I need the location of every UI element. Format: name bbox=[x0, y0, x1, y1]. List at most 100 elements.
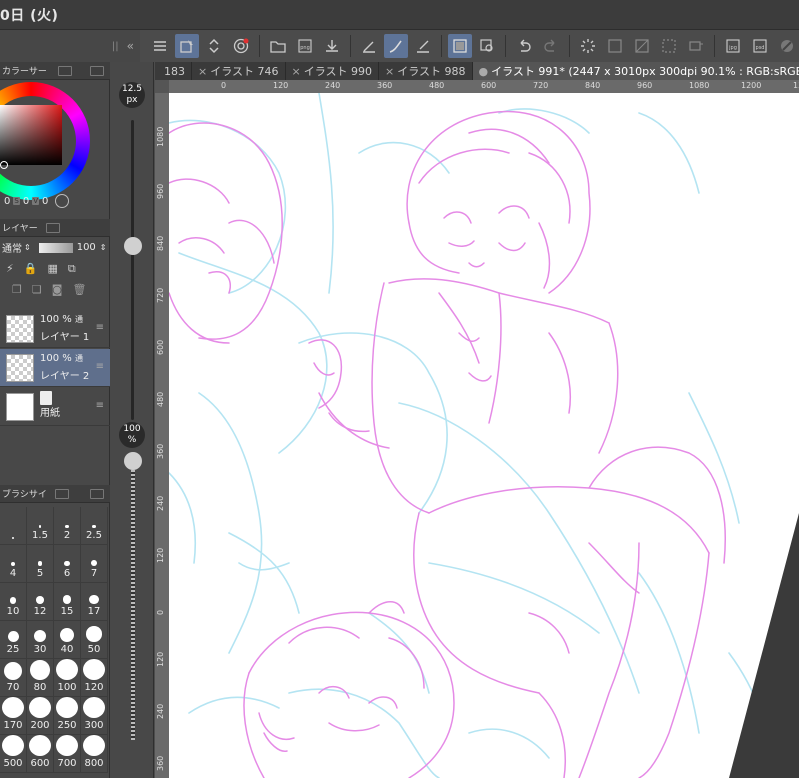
layer-opacity-slider[interactable] bbox=[38, 242, 73, 253]
color-panel-tab[interactable]: カラーサー bbox=[0, 62, 110, 80]
new-layer-icon[interactable]: ❏ bbox=[32, 283, 42, 296]
brush-size-preset[interactable]: 800 bbox=[81, 735, 108, 773]
brush-size-preset[interactable]: 15 bbox=[54, 583, 81, 621]
brush-size-preset[interactable]: 70 bbox=[0, 659, 27, 697]
export-png-icon[interactable]: png bbox=[293, 34, 317, 58]
brush-size-preset[interactable]: 120 bbox=[81, 659, 108, 697]
brush-size-preset[interactable]: 170 bbox=[0, 697, 27, 735]
pen-line-icon[interactable] bbox=[411, 34, 435, 58]
brush-size-track[interactable] bbox=[131, 120, 134, 420]
brush-size-preset[interactable]: 700 bbox=[54, 735, 81, 773]
brush-size-preset[interactable]: 17 bbox=[81, 583, 108, 621]
ruler-left[interactable]: 1080 960 840 720 600 480 360 240 120 0 120 240 360 bbox=[155, 93, 169, 778]
brush-size-preset[interactable]: 5 bbox=[27, 545, 54, 583]
brush-size-preset[interactable]: 200 bbox=[27, 697, 54, 735]
brush-size-preset[interactable]: 4 bbox=[0, 545, 27, 583]
brush-size-preset[interactable]: 80 bbox=[27, 659, 54, 697]
blend-mode-select[interactable]: 通常 ⇕ bbox=[2, 240, 31, 255]
lock-transparent-icon[interactable]: ▦ bbox=[47, 262, 57, 275]
ruler-top-label: 480 bbox=[429, 81, 445, 90]
modified-dot-icon[interactable]: ● bbox=[479, 65, 489, 78]
collapse-panel-icon[interactable]: « bbox=[127, 39, 134, 53]
layer-item[interactable]: 100 % 通 レイヤー 1 ≡ bbox=[0, 310, 110, 348]
brush-size-preset[interactable]: 500 bbox=[0, 735, 27, 773]
brush-size-preset[interactable] bbox=[0, 507, 27, 545]
brush-size-preset[interactable]: 30 bbox=[27, 621, 54, 659]
export-psd-icon[interactable]: psd bbox=[748, 34, 772, 58]
redo-icon[interactable] bbox=[539, 34, 563, 58]
magic-wand-icon[interactable]: ⚡ bbox=[6, 262, 14, 275]
up-down-arrows-icon[interactable] bbox=[202, 34, 226, 58]
brush-size-preset[interactable]: 7 bbox=[81, 545, 108, 583]
brush-size-tab[interactable]: ブラシサイ bbox=[0, 485, 110, 503]
brush-size-preset[interactable]: 50 bbox=[81, 621, 108, 659]
ruler-left-label: 840 bbox=[156, 235, 165, 251]
color-mode-toggle-icon[interactable] bbox=[55, 194, 70, 208]
brush-size-preset[interactable]: 250 bbox=[54, 697, 81, 735]
invert-selection-icon[interactable] bbox=[630, 34, 654, 58]
brush-size-preset[interactable]: 10 bbox=[0, 583, 27, 621]
document-tab[interactable]: 183 bbox=[155, 62, 192, 80]
brush-size-preset[interactable]: 25 bbox=[0, 621, 27, 659]
brush-size-preset[interactable]: 2 bbox=[54, 507, 81, 545]
clipping-icon[interactable]: ⧉ bbox=[68, 262, 76, 276]
layer-mask-icon[interactable] bbox=[448, 34, 472, 58]
layer-menu-icon[interactable]: ≡ bbox=[96, 400, 104, 411]
ruler-top[interactable]: 0 120 240 360 480 600 720 840 960 1080 1200 1320 bbox=[169, 80, 799, 93]
transform-tool-icon[interactable] bbox=[175, 34, 199, 58]
document-tab[interactable]: × イラスト 988 bbox=[379, 62, 473, 80]
brush-size-preset[interactable]: 100 bbox=[54, 659, 81, 697]
zoom-reference-icon[interactable] bbox=[475, 34, 499, 58]
open-folder-icon[interactable] bbox=[266, 34, 290, 58]
pen-stroke-icon[interactable] bbox=[384, 34, 408, 58]
merge-down-icon[interactable]: ❐ bbox=[12, 283, 22, 296]
pen-corner-icon[interactable] bbox=[357, 34, 381, 58]
selection-border-icon[interactable] bbox=[657, 34, 681, 58]
drawing-canvas[interactable] bbox=[169, 93, 799, 778]
brush-size-preset[interactable]: 6 bbox=[54, 545, 81, 583]
chevron-updown-icon[interactable]: ⇕ bbox=[100, 243, 107, 252]
brush-size-preset[interactable]: 40 bbox=[54, 621, 81, 659]
layer-item-paper[interactable]: 用紙 ≡ bbox=[0, 388, 110, 426]
mask-icon[interactable]: ◙ bbox=[52, 283, 63, 296]
disabled-icon[interactable] bbox=[775, 34, 799, 58]
menu-icon[interactable] bbox=[148, 34, 172, 58]
save-download-icon[interactable] bbox=[320, 34, 344, 58]
close-tab-icon[interactable]: × bbox=[385, 65, 394, 78]
close-tab-icon[interactable]: × bbox=[292, 65, 301, 78]
delete-layer-icon[interactable]: 🗑 bbox=[72, 283, 86, 296]
color-picker-knob[interactable] bbox=[0, 161, 8, 169]
undo-icon[interactable] bbox=[512, 34, 536, 58]
ruler-corner[interactable] bbox=[155, 80, 169, 93]
lock-icon[interactable]: 🔒 bbox=[24, 262, 38, 275]
panel-grip-icon[interactable]: || bbox=[112, 41, 119, 52]
palette-tab-icon[interactable] bbox=[58, 65, 73, 76]
opacity-track[interactable] bbox=[131, 470, 135, 740]
export-jpg-icon[interactable]: jpg bbox=[721, 34, 745, 58]
record-icon[interactable] bbox=[229, 34, 253, 58]
brush-size-preset[interactable]: 12 bbox=[27, 583, 54, 621]
crop-icon[interactable] bbox=[684, 34, 708, 58]
document-tab[interactable]: × イラスト 990 bbox=[286, 62, 379, 80]
brush-size-preset[interactable]: 600 bbox=[27, 735, 54, 773]
loading-spinner-icon[interactable] bbox=[576, 34, 600, 58]
saturation-value-square[interactable] bbox=[0, 105, 62, 169]
layer-opacity-value[interactable]: 100 bbox=[77, 242, 96, 253]
brush-size-preset[interactable]: 300 bbox=[81, 697, 108, 735]
document-tab[interactable]: × イラスト 746 bbox=[192, 62, 286, 80]
brush-size-thumb[interactable] bbox=[124, 237, 142, 255]
brush-size-preset[interactable]: 1.5 bbox=[27, 507, 54, 545]
layer-tab-icon[interactable] bbox=[45, 222, 60, 233]
close-tab-icon[interactable]: × bbox=[198, 65, 207, 78]
opacity-thumb[interactable] bbox=[124, 452, 142, 470]
layer-item-selected[interactable]: 100 % 通 レイヤー 2 ≡ bbox=[0, 349, 110, 387]
palette-tab-icon-2[interactable] bbox=[89, 65, 104, 76]
layer-menu-icon[interactable]: ≡ bbox=[96, 322, 104, 333]
brush-tab-icon[interactable] bbox=[54, 488, 69, 499]
document-tab[interactable]: ● イラスト 991* (2447 x 3010px 300dpi 90.1% :… bbox=[472, 62, 799, 80]
layer-menu-icon[interactable]: ≡ bbox=[96, 361, 104, 372]
brush-size-preset[interactable]: 2.5 bbox=[81, 507, 108, 545]
layer-panel-tab[interactable]: レイヤー bbox=[0, 219, 110, 237]
brush-tab-icon-2[interactable] bbox=[90, 488, 104, 499]
clear-selection-icon[interactable] bbox=[603, 34, 627, 58]
